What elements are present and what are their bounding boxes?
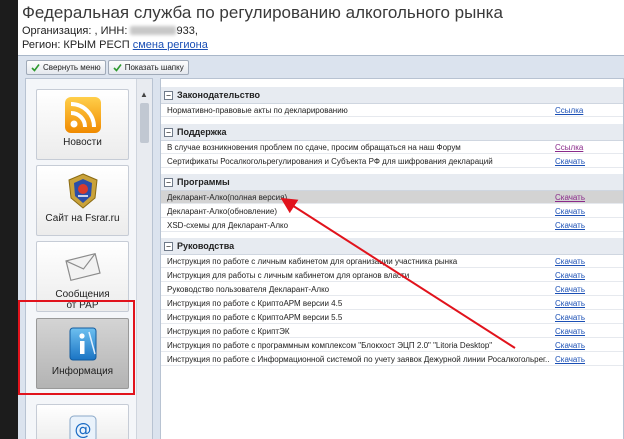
table-row: Инструкция по работе с Информационной си…: [161, 353, 623, 366]
show-header-button[interactable]: Показать шапку: [107, 60, 189, 75]
row-text: Нормативно-правовые акты по декларирован…: [167, 105, 348, 115]
table-row: Инструкция по работе с личным кабинетом …: [161, 255, 623, 268]
collapse-icon[interactable]: −: [164, 127, 173, 137]
collapse-menu-button[interactable]: Свернуть меню: [26, 60, 106, 75]
row-text: Инструкция для работы с личным кабинетом…: [167, 270, 410, 280]
sidebar-item-news[interactable]: Новости: [36, 89, 129, 160]
row-text: Инструкция по работе с КриптЭК: [167, 326, 290, 336]
table-row: Руководство пользователя Декларант-Алко …: [161, 283, 623, 296]
sidebar-scrollbar[interactable]: ▲: [136, 79, 152, 439]
page-title: Федеральная служба по регулированию алко…: [22, 3, 503, 22]
inn-tail: 933,: [176, 25, 198, 37]
table-row: Декларант-Алко(полная версия) Скачать: [161, 191, 623, 204]
emblem-icon: [63, 172, 103, 210]
show-header-label: Показать шапку: [124, 63, 184, 72]
sidebar-item-label: Новости: [63, 137, 102, 148]
row-link[interactable]: Ссылка: [555, 143, 583, 152]
row-link[interactable]: Скачать: [555, 355, 585, 364]
row-link[interactable]: Скачать: [555, 157, 585, 166]
content-panel: − Законодательство Нормативно-правовые а…: [160, 78, 624, 439]
check-icon: [31, 63, 40, 72]
table-row: Инструкция по работе с КриптоАРМ версии …: [161, 311, 623, 324]
sidebar-item-label: Информация: [51, 366, 114, 377]
table-row: В случае возникновения проблем по сдаче,…: [161, 141, 623, 154]
row-link[interactable]: Скачать: [555, 299, 585, 308]
table-row: Инструкция по работе с КриптоАРМ версии …: [161, 297, 623, 310]
scroll-thumb[interactable]: [140, 103, 149, 143]
row-link[interactable]: Скачать: [555, 327, 585, 336]
section-title: Руководства: [177, 241, 235, 251]
toolbar: Свернуть меню Показать шапку: [26, 60, 189, 75]
envelope-icon: [63, 248, 103, 286]
table-row: XSD-схемы для Декларант-Алко Скачать: [161, 219, 623, 232]
table-row: Декларант-Алко(обновление) Скачать: [161, 205, 623, 218]
table-row: Инструкция по работе с программным компл…: [161, 339, 623, 352]
row-link[interactable]: Ссылка: [555, 106, 583, 115]
row-text: Инструкция по работе с программным компл…: [167, 340, 493, 350]
table-row: Нормативно-правовые акты по декларирован…: [161, 104, 623, 117]
main-frame: Свернуть меню Показать шапку Новости Сай…: [18, 55, 624, 439]
row-text: XSD-схемы для Декларант-Алко: [167, 220, 289, 230]
sidebar-item-label: Сообщения от РАР: [55, 289, 109, 311]
row-link[interactable]: Скачать: [555, 207, 585, 216]
sidebar: Новости Сайт на Fsrar.ru Сообщения от РА…: [25, 78, 153, 439]
section-title: Законодательство: [177, 90, 261, 100]
region-label: Регион: КРЫМ РЕСП: [22, 39, 130, 51]
collapse-icon[interactable]: −: [164, 177, 173, 187]
row-text: Декларант-Алко(обновление): [167, 206, 278, 216]
sidebar-item-fsrar-site[interactable]: Сайт на Fsrar.ru: [36, 165, 129, 236]
organization-label: Организация: , ИНН:: [22, 25, 131, 37]
row-text: Декларант-Алко(полная версия): [167, 192, 288, 202]
row-text: Инструкция по работе с КриптоАРМ версии …: [167, 312, 343, 322]
info-icon: [63, 325, 103, 363]
row-link[interactable]: Скачать: [555, 221, 585, 230]
row-text: Инструкция по работе с КриптоАРМ версии …: [167, 298, 343, 308]
sidebar-item-information[interactable]: Информация: [36, 318, 129, 389]
section-header-legislation[interactable]: − Законодательство: [161, 87, 623, 104]
section-header-manuals[interactable]: − Руководства: [161, 238, 623, 255]
collapse-icon[interactable]: −: [164, 90, 173, 100]
collapse-menu-label: Свернуть меню: [43, 63, 101, 72]
app-window: Федеральная служба по регулированию алко…: [18, 0, 624, 439]
row-link[interactable]: Скачать: [555, 257, 585, 266]
table-row: Сертификаты Росалкогольрегулирования и С…: [161, 155, 623, 168]
collapse-icon[interactable]: −: [164, 241, 173, 251]
sidebar-item-label: Сайт на Fsrar.ru: [45, 213, 120, 224]
section-title: Поддержка: [177, 127, 227, 137]
sidebar-item-messages[interactable]: Сообщения от РАР: [36, 241, 129, 312]
svg-text:@: @: [74, 420, 91, 439]
section-header-programs[interactable]: − Программы: [161, 174, 623, 191]
messages-label-line1: Сообщения: [55, 289, 110, 300]
region-line: Регион: КРЫМ РЕСП смена региона: [22, 39, 208, 51]
row-text: Инструкция по работе с Информационной си…: [167, 354, 549, 364]
row-link[interactable]: Скачать: [555, 193, 585, 202]
organization-line: Организация: , ИНН: 933,: [22, 25, 198, 37]
row-link[interactable]: Скачать: [555, 313, 585, 322]
row-link[interactable]: Скачать: [555, 341, 585, 350]
sidebar-item-email[interactable]: @: [36, 404, 129, 439]
table-row: Инструкция по работе с КриптЭК Скачать: [161, 325, 623, 338]
table-row: Инструкция для работы с личным кабинетом…: [161, 269, 623, 282]
section-title: Программы: [177, 177, 230, 187]
row-link[interactable]: Скачать: [555, 285, 585, 294]
rss-icon: [63, 96, 103, 134]
row-text: Руководство пользователя Декларант-Алко: [167, 284, 330, 294]
section-header-support[interactable]: − Поддержка: [161, 124, 623, 141]
row-text: Сертификаты Росалкогольрегулирования и С…: [167, 156, 493, 166]
check-icon: [113, 63, 122, 72]
at-icon: @: [63, 413, 103, 439]
change-region-link[interactable]: смена региона: [133, 39, 208, 51]
row-link[interactable]: Скачать: [555, 271, 585, 280]
row-text: Инструкция по работе с личным кабинетом …: [167, 256, 458, 266]
messages-label-line2: от РАР: [66, 300, 99, 311]
row-text: В случае возникновения проблем по сдаче,…: [167, 142, 461, 152]
inn-redacted: [130, 26, 177, 35]
chevron-up-icon[interactable]: ▲: [140, 90, 148, 99]
